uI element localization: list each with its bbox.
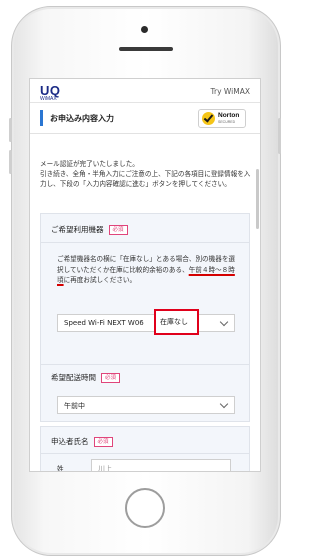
delivery-time-select[interactable]: 午前中 [57, 396, 235, 414]
section-title: 希望配送時間 必須 [51, 372, 121, 383]
power-button [278, 118, 281, 154]
section-title-text: 申込者氏名 [51, 437, 89, 446]
required-badge: 必須 [93, 437, 113, 447]
top-bar: UQ WiMAX Try WiMAX [30, 79, 260, 103]
uq-wimax-logo[interactable]: UQ WiMAX [40, 82, 61, 102]
last-name-value: 川上 [98, 465, 112, 472]
title-accent [40, 110, 43, 126]
device-section: ご希望利用機器 必須 ご希望機器名の横に「在庫なし」とある場合、別の機器を選択して… [40, 213, 250, 365]
badge-name: Norton [218, 112, 240, 119]
intro-line: メール認証が完了いたしました。 [40, 160, 139, 168]
check-icon [202, 112, 215, 125]
chevron-down-icon [219, 399, 229, 409]
device-section-head: ご希望利用機器 必須 [41, 214, 249, 243]
note-text: に再度お試しください。 [63, 276, 137, 284]
applicant-section-head: 申込者氏名 必須 [41, 427, 249, 454]
chevron-down-icon [219, 317, 229, 327]
delivery-section: 希望配送時間 必須 午前中 [40, 364, 250, 422]
applicant-section: 申込者氏名 必須 姓 川上 [40, 426, 250, 472]
home-button[interactable] [125, 488, 165, 528]
volume-button [9, 118, 12, 142]
section-title-text: ご希望利用機器 [51, 225, 104, 234]
page-title: お申込み内容入力 [50, 114, 114, 123]
device-select-value: Speed Wi-Fi NEXT W06 [64, 319, 144, 327]
section-title: 申込者氏名 必須 [51, 436, 113, 447]
section-title: ご希望利用機器 必須 [51, 224, 128, 235]
device-select[interactable]: Speed Wi-Fi NEXT W06 [57, 314, 235, 332]
delivery-section-head: 希望配送時間 必須 [41, 365, 249, 389]
intro-text: メール認証が完了いたしました。 引き続き、全角・半角入力にご注意の上、下記の各項… [40, 159, 252, 189]
device-note: ご希望機器名の横に「在庫なし」とある場合、別の機器を選択していただくか在庫に比較… [57, 254, 237, 286]
scrollbar[interactable] [256, 169, 259, 229]
try-wimax-link[interactable]: Try WiMAX [211, 87, 250, 96]
section-title-text: 希望配送時間 [51, 373, 96, 382]
required-badge: 必須 [101, 373, 121, 383]
intro-line: 引き続き、全角・半角入力にご注意の上、下記の各項目に登録情報を入力し、下段の「入… [40, 170, 251, 188]
phone-screen: UQ WiMAX Try WiMAX お申込み内容入力 Norton SECUR… [29, 78, 261, 472]
required-badge: 必須 [108, 225, 128, 235]
badge-sub: SECURED [218, 120, 236, 124]
title-row: お申込み内容入力 Norton SECURED [30, 103, 260, 134]
norton-secured-badge[interactable]: Norton SECURED [198, 109, 246, 128]
camera [141, 26, 148, 33]
stock-status: 在庫なし [160, 318, 188, 326]
delivery-select-value: 午前中 [64, 402, 85, 410]
last-name-label: 姓 [57, 465, 64, 472]
speaker [119, 47, 173, 51]
last-name-input[interactable]: 川上 [91, 459, 231, 472]
stock-status-highlight: 在庫なし [154, 309, 199, 335]
volume-button [9, 150, 12, 174]
